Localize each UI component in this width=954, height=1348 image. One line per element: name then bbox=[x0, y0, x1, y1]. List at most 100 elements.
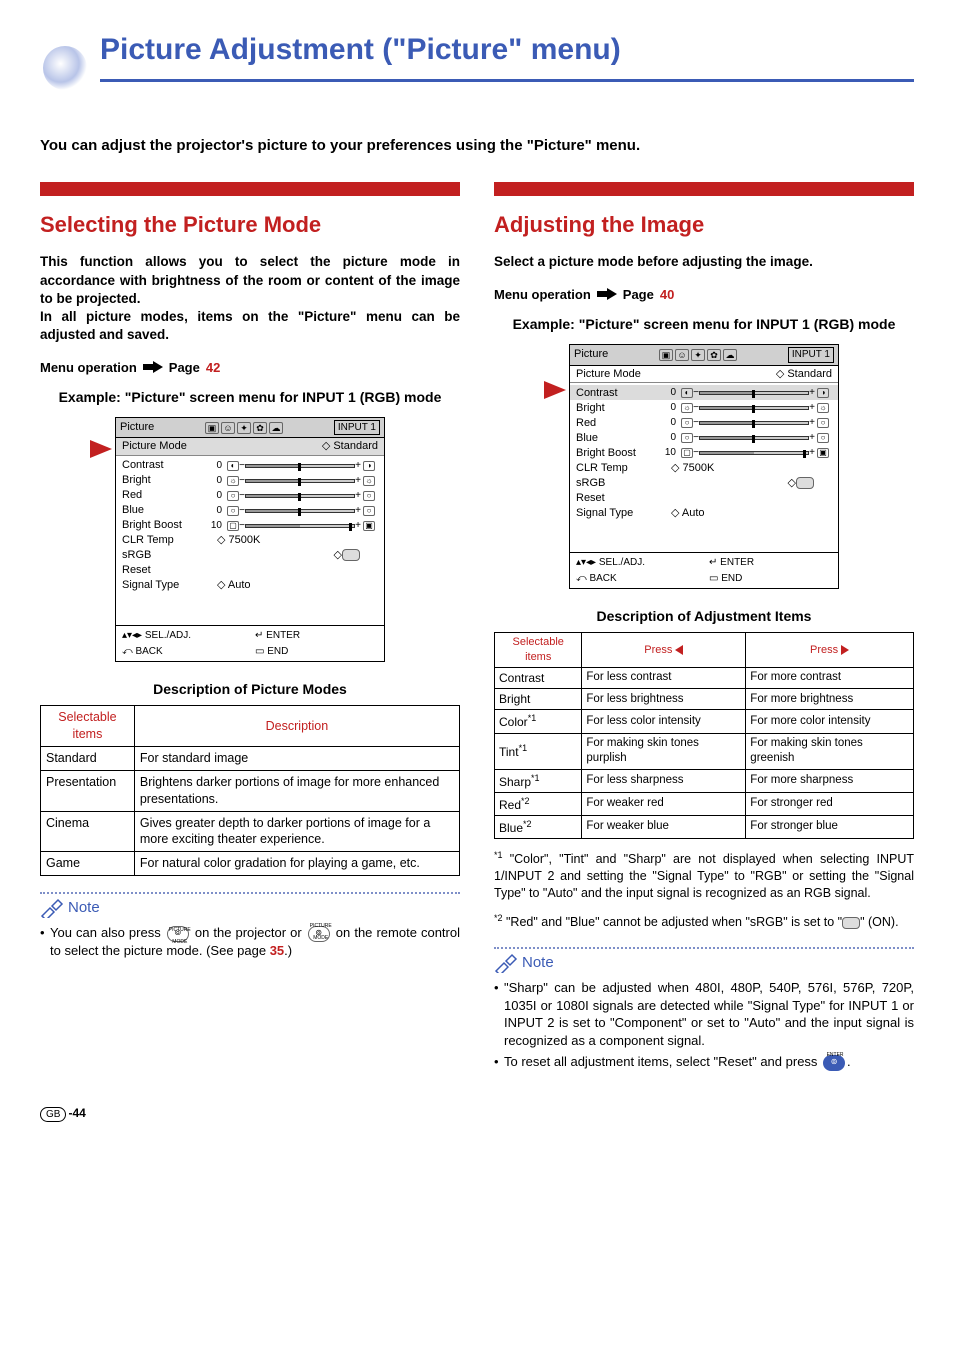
triangle-right-icon bbox=[841, 645, 849, 655]
page-link-35[interactable]: 35 bbox=[270, 943, 284, 958]
osd-signal-row: Signal Type◇ Auto bbox=[570, 505, 838, 520]
th-description: Description bbox=[134, 706, 459, 747]
menu-op-page: Page bbox=[169, 359, 200, 377]
dotted-separator bbox=[494, 947, 914, 949]
osd-header: Picture ▣ ☺ ✦ ✿ ☁ INPUT 1 bbox=[570, 345, 838, 366]
page-link-42[interactable]: 42 bbox=[206, 359, 220, 377]
highlight-arrow-icon bbox=[544, 381, 566, 399]
tab-icon: ☁ bbox=[723, 349, 737, 361]
osd-reset-row: Reset bbox=[570, 490, 838, 505]
osd-pm-value: ◇ Standard bbox=[322, 439, 378, 454]
arrow-right-icon bbox=[143, 361, 163, 373]
tab-icon: ▣ bbox=[659, 349, 673, 361]
tab-icon: ☁ bbox=[269, 422, 283, 434]
note-item: You can also press ⦾PICTURE MODE on the … bbox=[40, 924, 460, 959]
menu-op-page: Page bbox=[623, 286, 654, 304]
slider-left-cap-icon: ☼ bbox=[681, 403, 693, 413]
table-row: Red*2For weaker redFor stronger red bbox=[495, 792, 914, 815]
osd-tab-icons: ▣ ☺ ✦ ✿ ☁ bbox=[659, 349, 737, 361]
osd-menu-left: Picture ▣ ☺ ✦ ✿ ☁ INPUT 1 Picture Mode ◇… bbox=[115, 417, 385, 662]
osd-rows: Contrast0◐−+◑ Bright0☼−+☼ Red0○−+○ Blue0… bbox=[570, 383, 838, 552]
slider-right-cap-icon: ○ bbox=[817, 418, 829, 428]
slider-left-cap-icon: ☼ bbox=[227, 476, 239, 486]
slider-left-cap-icon: ◐ bbox=[681, 388, 693, 398]
right-table-title: Description of Adjustment Items bbox=[494, 607, 914, 626]
srgb-on-icon bbox=[842, 917, 860, 929]
osd-picture-mode-row: Picture Mode ◇ Standard bbox=[570, 366, 838, 384]
th-selectable: Selectable items bbox=[495, 633, 582, 668]
title-underline bbox=[100, 79, 914, 82]
osd-tab-label: Picture bbox=[120, 420, 154, 435]
note-label: Note bbox=[522, 953, 554, 973]
page-title-block: Picture Adjustment ("Picture" menu) bbox=[40, 30, 914, 106]
tab-icon: ✿ bbox=[253, 422, 267, 434]
osd-slider-row: Contrast0◐−+◑ bbox=[116, 458, 384, 473]
osd-pm-label: Picture Mode bbox=[576, 367, 641, 382]
osd-menu-right: Picture ▣ ☺ ✦ ✿ ☁ INPUT 1 Picture Mode ◇… bbox=[569, 344, 839, 589]
note-label: Note bbox=[68, 898, 100, 918]
section-bar bbox=[494, 182, 914, 196]
srgb-toggle-icon bbox=[796, 477, 814, 489]
table-row: CinemaGives greater depth to darker port… bbox=[41, 811, 460, 852]
osd-slider-row: Bright0☼−+☼ bbox=[570, 400, 838, 415]
osd-tab-label: Picture bbox=[574, 347, 608, 362]
right-heading: Adjusting the Image bbox=[494, 210, 914, 240]
note-pencil-icon bbox=[494, 953, 518, 973]
table-row: Blue*2For weaker blueFor stronger blue bbox=[495, 815, 914, 838]
note-heading: Note bbox=[40, 898, 460, 918]
highlight-arrow-icon bbox=[90, 440, 112, 458]
title-circle-icon bbox=[40, 43, 90, 93]
picture-mode-remote-button-icon: ⊚PICTURE MODE bbox=[308, 926, 330, 942]
osd-pm-value: ◇ Standard bbox=[776, 367, 832, 382]
right-example-title: Example: "Picture" screen menu for INPUT… bbox=[508, 315, 900, 334]
note-body: You can also press ⦾PICTURE MODE on the … bbox=[40, 924, 460, 959]
table-row: ContrastFor less contrastFor more contra… bbox=[495, 668, 914, 689]
slider-right-cap-icon: ◑ bbox=[817, 388, 829, 398]
slider-right-cap-icon: ○ bbox=[363, 491, 375, 501]
tab-icon: ☺ bbox=[675, 349, 689, 361]
note-pencil-icon bbox=[40, 898, 64, 918]
left-example-title: Example: "Picture" screen menu for INPUT… bbox=[54, 388, 446, 407]
note-heading: Note bbox=[494, 953, 914, 973]
page-number: GB-44 bbox=[40, 1105, 914, 1123]
slider-right-cap-icon: ▣ bbox=[363, 521, 375, 531]
osd-slider-row: Bright Boost10▢−+▣ bbox=[116, 518, 384, 533]
osd-slider-row: Red0○−+○ bbox=[116, 488, 384, 503]
footnote-1: *1 "Color", "Tint" and "Sharp" are not d… bbox=[494, 849, 914, 902]
osd-rows: Contrast0◐−+◑ Bright0☼−+☼ Red0○−+○ Blue0… bbox=[116, 456, 384, 625]
enter-button-icon: ⊚ENTER bbox=[823, 1055, 845, 1071]
right-column: Adjusting the Image Select a picture mod… bbox=[494, 182, 914, 1075]
table-row: GameFor natural color gradation for play… bbox=[41, 852, 460, 876]
slider-right-cap-icon: ◑ bbox=[363, 461, 375, 471]
slider-left-cap-icon: ▢ bbox=[681, 448, 693, 458]
osd-slider-row: Bright0☼−+☼ bbox=[116, 473, 384, 488]
slider-left-cap-icon: ▢ bbox=[227, 521, 239, 531]
th-press-right: Press bbox=[746, 633, 914, 668]
left-heading: Selecting the Picture Mode bbox=[40, 210, 460, 240]
slider-left-cap-icon: ○ bbox=[227, 506, 239, 516]
osd-slider-row: Bright Boost10▢−+▣ bbox=[570, 445, 838, 460]
table-row: StandardFor standard image bbox=[41, 746, 460, 770]
picture-mode-projector-button-icon: ⦾PICTURE MODE bbox=[167, 926, 189, 942]
osd-clrtemp-row: CLR Temp◇ 7500K bbox=[570, 460, 838, 475]
right-body1: Select a picture mode before adjusting t… bbox=[494, 253, 914, 271]
tab-icon: ✦ bbox=[237, 422, 251, 434]
slider-left-cap-icon: ◐ bbox=[227, 461, 239, 471]
left-body1: This function allows you to select the p… bbox=[40, 253, 460, 308]
picture-modes-table: Selectable items Description StandardFor… bbox=[40, 705, 460, 876]
osd-signal-row: Signal Type◇ Auto bbox=[116, 578, 384, 593]
osd-clrtemp-row: CLR Temp◇ 7500K bbox=[116, 533, 384, 548]
slider-right-cap-icon: ☼ bbox=[363, 476, 375, 486]
srgb-toggle-icon bbox=[342, 549, 360, 561]
dotted-separator bbox=[40, 892, 460, 894]
page-link-40[interactable]: 40 bbox=[660, 286, 674, 304]
slider-left-cap-icon: ○ bbox=[681, 418, 693, 428]
slider-right-cap-icon: ○ bbox=[817, 433, 829, 443]
osd-slider-row: Red0○−+○ bbox=[570, 415, 838, 430]
table-row: PresentationBrightens darker portions of… bbox=[41, 770, 460, 811]
tab-icon: ✦ bbox=[691, 349, 705, 361]
tab-icon: ✿ bbox=[707, 349, 721, 361]
osd-srgb-row: sRGB◇ bbox=[570, 475, 838, 490]
page-title: Picture Adjustment ("Picture" menu) bbox=[100, 30, 914, 71]
menu-op-label: Menu operation bbox=[40, 359, 137, 377]
